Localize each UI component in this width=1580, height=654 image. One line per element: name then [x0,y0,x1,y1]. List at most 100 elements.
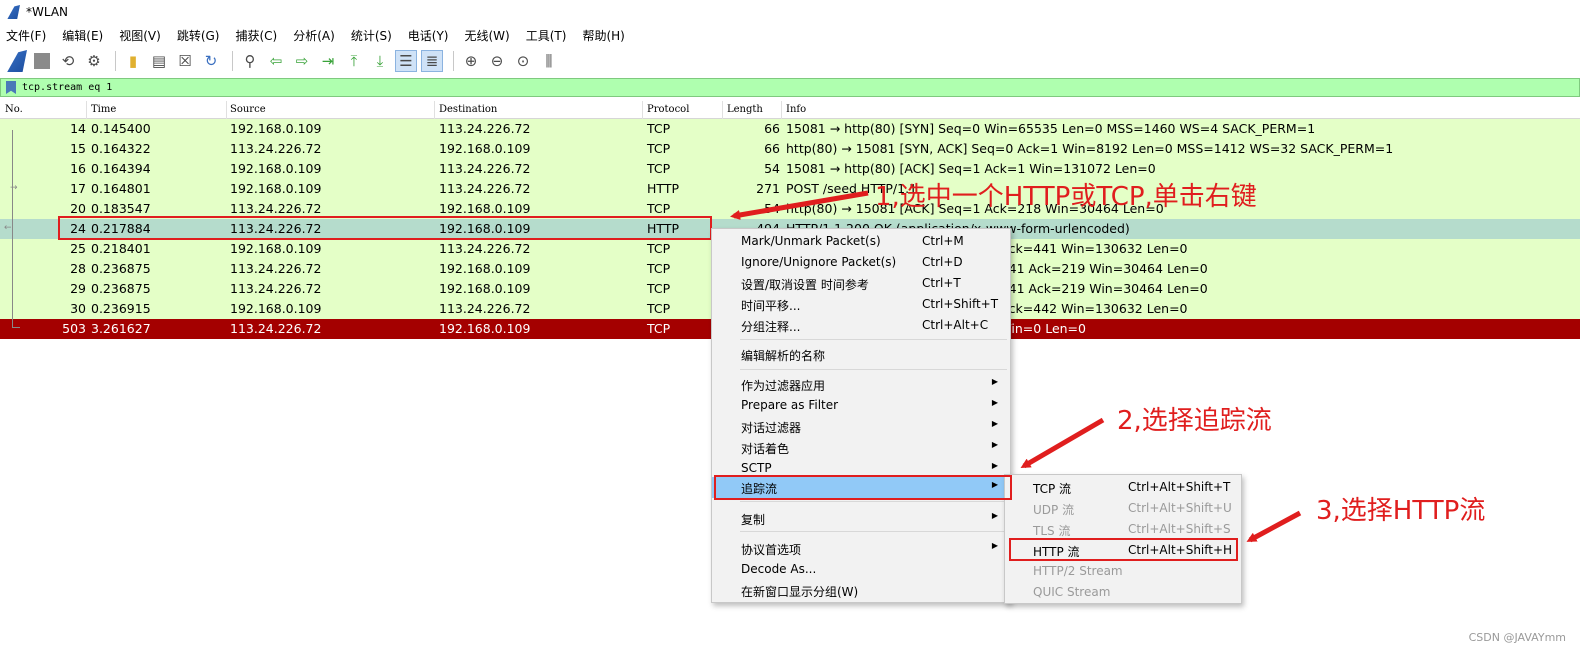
go-first-icon[interactable]: ⤒ [343,50,365,72]
find-packet-icon[interactable]: ⚲ [239,50,261,72]
menu-item-label: SCTP [741,461,772,475]
zoom-out-icon[interactable]: ⊖ [486,50,508,72]
menu-help[interactable]: 帮助(H) [582,27,624,44]
cell-no: 14 [70,121,86,136]
display-filter-bar[interactable]: tcp.stream eq 1 [0,78,1580,97]
column-header-destination[interactable]: Destination [439,104,497,115]
save-file-icon[interactable]: ▤ [148,50,170,72]
context-menu-item[interactable]: 作为过滤器应用 ▶ [712,374,1010,395]
context-menu-item[interactable]: 设置/取消设置 时间参考 Ctrl+T [712,273,1010,294]
column-header-source[interactable]: Source [230,104,266,115]
menu-telephony[interactable]: 电话(Y) [408,27,449,44]
cell-time: 0.236875 [91,281,151,296]
cell-destination: 113.24.226.72 [439,181,531,196]
menu-analyze[interactable]: 分析(A) [293,27,335,44]
cell-destination: 192.168.0.109 [439,321,531,336]
column-divider[interactable] [642,101,643,119]
column-divider[interactable] [781,101,782,119]
column-divider[interactable] [86,101,87,119]
menu-file[interactable]: 文件(F) [6,27,46,44]
context-menu-item[interactable]: 协议首选项 ▶ [712,538,1010,559]
menu-tools[interactable]: 工具(T) [526,27,567,44]
context-menu-item[interactable]: 对话过滤器 ▶ [712,416,1010,437]
submenu-item-shortcut: Ctrl+Alt+Shift+U [1128,501,1232,515]
go-forward-icon[interactable]: ⇨ [291,50,313,72]
normal-size-icon[interactable]: ⊙ [512,50,534,72]
zoom-in-icon[interactable]: ⊕ [460,50,482,72]
context-menu-item[interactable]: 时间平移... Ctrl+Shift+T [712,294,1010,315]
cell-length: 54 [764,201,780,216]
context-menu-item[interactable]: Mark/Unmark Packet(s) Ctrl+M [712,231,1010,252]
menu-separator [740,501,1007,502]
column-divider[interactable] [722,101,723,119]
submenu-item[interactable]: HTTP/2 Stream [1005,561,1241,582]
toolbar-separator [115,51,116,71]
menu-edit[interactable]: 编辑(E) [62,27,103,44]
resize-columns-icon[interactable]: ⫼ [538,50,560,72]
column-header-no[interactable]: No. [5,104,23,115]
column-header-time[interactable]: Time [91,104,116,115]
colorize-icon[interactable]: ≣ [421,50,443,72]
menu-item-label: Prepare as Filter [741,398,839,412]
shark-fin-start-icon[interactable] [7,50,27,72]
packet-context-menu: Mark/Unmark Packet(s) Ctrl+M Ignore/Unigno… [711,228,1011,603]
column-header-info[interactable]: Info [786,104,806,115]
options-gear-icon[interactable]: ⚙ [83,50,105,72]
response-arrow-icon: ← [4,223,12,233]
open-folder-icon[interactable]: ▮ [122,50,144,72]
follow-stream-highlight-box [714,475,1012,500]
menu-wireless[interactable]: 无线(W) [465,27,510,44]
packet-row[interactable]: 14 0.145400 192.168.0.109 113.24.226.72 TCP 6… [0,119,1580,139]
bookmark-icon[interactable] [6,81,16,94]
context-menu-item[interactable]: Decode As... [712,559,1010,580]
window-title: *WLAN [26,5,69,19]
context-menu-item[interactable]: 编辑解析的名称 [712,344,1010,365]
menu-item-shortcut: Ctrl+Shift+T [922,297,999,311]
cell-length: 66 [764,141,780,156]
submenu-item[interactable]: TLS 流 Ctrl+Alt+Shift+S [1005,519,1241,540]
menu-capture[interactable]: 捕获(C) [235,27,277,44]
menu-view[interactable]: 视图(V) [119,27,161,44]
restart-icon[interactable]: ⟲ [57,50,79,72]
cell-length: 66 [764,121,780,136]
submenu-item-label: TCP 流 [1033,482,1072,496]
go-last-icon[interactable]: ⤓ [369,50,391,72]
cell-destination: 113.24.226.72 [439,301,531,316]
annotation-arrow-2 [1020,417,1105,469]
context-menu-item[interactable]: 在新窗口显示分组(W) [712,580,1010,601]
display-filter-input[interactable]: tcp.stream eq 1 [22,82,112,93]
packet-row[interactable]: 15 0.164322 113.24.226.72 192.168.0.109 TCP 6… [0,139,1580,159]
packet-row[interactable]: 17 0.164801 192.168.0.109 113.24.226.72 HTTP… [0,179,1580,199]
cell-time: 0.164801 [91,181,151,196]
menu-item-shortcut: Ctrl+D [922,255,963,269]
go-back-icon[interactable]: ⇦ [265,50,287,72]
cell-protocol: TCP [647,201,671,216]
auto-scroll-icon[interactable]: ☰ [395,50,417,72]
packet-row[interactable]: 16 0.164394 192.168.0.109 113.24.226.72 TCP 5… [0,159,1580,179]
close-file-icon[interactable]: ☒ [174,50,196,72]
column-header-length[interactable]: Length [727,104,763,115]
cell-time: 0.183547 [91,201,151,216]
submenu-item-shortcut: Ctrl+Alt+Shift+T [1128,480,1231,494]
context-menu-item[interactable]: 复制 ▶ [712,508,1010,529]
column-header-protocol[interactable]: Protocol [647,104,689,115]
context-menu-item[interactable]: Prepare as Filter ▶ [712,395,1010,416]
submenu-arrow-icon: ▶ [991,440,998,449]
context-menu-item[interactable]: 分组注释... Ctrl+Alt+C [712,315,1010,336]
menu-go[interactable]: 跳转(G) [177,27,220,44]
submenu-item[interactable]: UDP 流 Ctrl+Alt+Shift+U [1005,498,1241,519]
go-to-packet-icon[interactable]: ⇥ [317,50,339,72]
column-divider[interactable] [434,101,435,119]
cell-destination: 113.24.226.72 [439,241,531,256]
reload-icon[interactable]: ↻ [200,50,222,72]
context-menu-item[interactable]: 对话着色 ▶ [712,437,1010,458]
submenu-arrow-icon: ▶ [991,511,998,520]
submenu-item[interactable]: QUIC Stream [1005,582,1241,603]
cell-destination: 192.168.0.109 [439,201,531,216]
column-divider[interactable] [226,101,227,119]
menu-statistics[interactable]: 统计(S) [351,27,392,44]
menu-item-label: 对话过滤器 [741,421,802,435]
stop-icon[interactable] [34,53,50,69]
submenu-item[interactable]: TCP 流 Ctrl+Alt+Shift+T [1005,477,1241,498]
context-menu-item[interactable]: Ignore/Unignore Packet(s) Ctrl+D [712,252,1010,273]
